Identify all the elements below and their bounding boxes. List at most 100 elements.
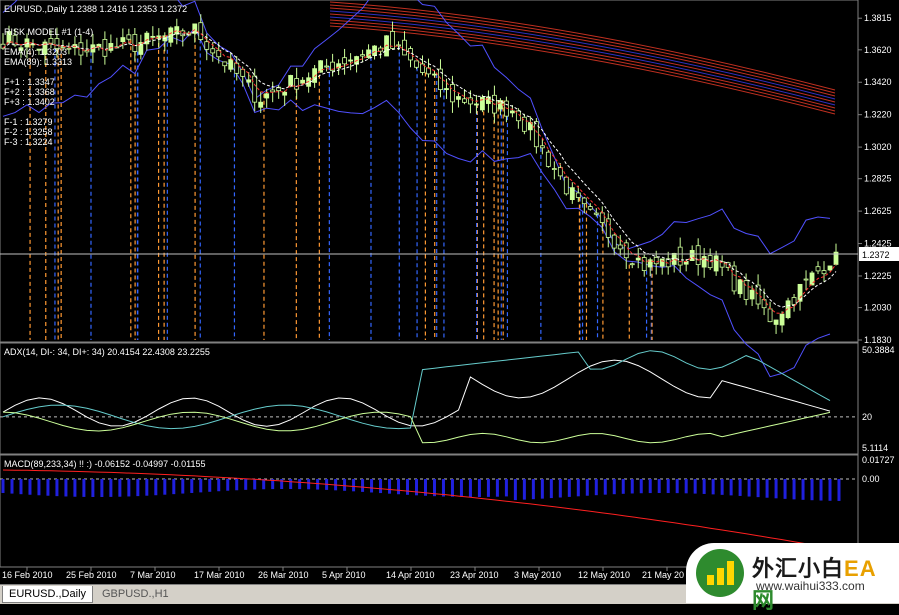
- candle-body: [456, 96, 461, 100]
- macd-histogram-bar: [298, 479, 302, 490]
- macd-axis[interactable]: 0.01727 0.00: [862, 455, 895, 484]
- macd-histogram-bar: [585, 479, 589, 496]
- macd-histogram-bar: [549, 479, 553, 499]
- price-tick-label: 1.2825: [864, 174, 892, 184]
- adx-tick-label: 50.3884: [862, 345, 895, 355]
- candle-body: [641, 257, 647, 271]
- macd-histogram-bar: [82, 479, 86, 497]
- macd-histogram-bar: [504, 479, 508, 497]
- candle-body: [815, 266, 821, 272]
- price-tick-label: 1.2225: [864, 271, 892, 281]
- candle-body: [755, 284, 761, 305]
- candle-body: [767, 308, 773, 323]
- logo-url: www.waihui333.com: [756, 579, 865, 593]
- macd-histogram-bar: [540, 479, 544, 499]
- candle-body: [611, 234, 617, 249]
- candle-body: [150, 35, 156, 38]
- price-tick-label: 1.3620: [864, 45, 892, 55]
- candle-body: [300, 79, 306, 84]
- adx-panel[interactable]: [0, 342, 859, 455]
- chart-window[interactable]: EURUSD.,Daily 1.2388 1.2416 1.2353 1.237…: [0, 0, 899, 613]
- main-panel-header: EURUSD.,Daily 1.2388 1.2416 1.2353 1.237…: [4, 4, 187, 14]
- adx-axis[interactable]: 50.3884 20 5.1114: [862, 345, 895, 453]
- macd-histogram-bar: [46, 479, 50, 496]
- candle-body: [444, 88, 449, 91]
- candle-body: [342, 57, 347, 65]
- candle-body: [563, 176, 569, 195]
- macd-histogram-bar: [657, 479, 661, 494]
- candle-body: [539, 145, 545, 149]
- candle-body: [264, 93, 270, 99]
- macd-histogram-bar: [603, 479, 607, 495]
- macd-histogram-bar: [199, 479, 203, 493]
- macd-histogram-bar: [190, 479, 194, 493]
- indicator-readout-line: F+3 : 1.3402: [4, 97, 55, 107]
- date-axis[interactable]: 16 Feb 2010 25 Feb 2010 7 Mar 2010 17 Mar 2…: [2, 567, 684, 580]
- candle-body: [48, 38, 54, 44]
- candle-body: [450, 84, 455, 103]
- candle-body: [653, 256, 659, 265]
- price-tick-label: 1.1830: [864, 335, 892, 345]
- tab-gbpusd-h1[interactable]: GBPUSD.,H1: [96, 586, 175, 602]
- macd-histogram-bar: [1, 479, 5, 493]
- adx-panel-header: ADX(14, DI-: 34, DI+: 34) 20.4154 22.430…: [4, 347, 210, 357]
- macd-histogram-bar: [639, 479, 643, 494]
- candle-body: [102, 39, 108, 57]
- candle-body: [659, 258, 665, 267]
- macd-histogram-bar: [747, 479, 751, 497]
- date-tick-label: 12 May 2010: [578, 570, 630, 580]
- macd-histogram-bar: [100, 479, 104, 497]
- candle-body: [773, 319, 779, 325]
- macd-histogram-bar: [711, 479, 715, 495]
- candle-body: [348, 59, 353, 62]
- macd-histogram-bar: [343, 479, 347, 491]
- candle-body: [288, 75, 294, 87]
- candle-body: [599, 212, 605, 223]
- indicator-readout-line: RISK MODEL #1 (1-4): [4, 27, 93, 37]
- macd-histogram-bar: [612, 479, 616, 495]
- candle-body: [258, 101, 264, 108]
- candle-body: [551, 168, 557, 170]
- price-axis[interactable]: 1.3815 1.3620 1.3420 1.3220 1.3020 1.2825 1.26…: [858, 13, 892, 345]
- macd-histogram-bar: [307, 479, 311, 490]
- macd-tick-label: 0.00: [862, 474, 880, 484]
- macd-histogram-bar: [262, 479, 266, 490]
- date-tick-label: 23 Apr 2010: [450, 570, 499, 580]
- chart-canvas[interactable]: EURUSD.,Daily 1.2388 1.2416 1.2353 1.237…: [0, 0, 899, 603]
- candle-body: [821, 270, 827, 275]
- price-tick-label: 1.3815: [864, 13, 892, 23]
- candle-body: [132, 33, 138, 52]
- candle-body: [324, 65, 330, 68]
- macd-histogram-bar: [370, 479, 374, 493]
- macd-histogram-bar: [181, 479, 185, 494]
- price-tick-label: 1.2030: [864, 303, 892, 313]
- macd-histogram-bar: [289, 479, 293, 490]
- macd-histogram-bar: [621, 479, 625, 494]
- candle-body: [581, 197, 587, 205]
- macd-histogram-bar: [73, 479, 77, 497]
- macd-histogram-bar: [630, 479, 634, 494]
- macd-histogram-bar: [513, 479, 517, 501]
- macd-histogram-bar: [450, 479, 454, 497]
- candle-body: [587, 206, 593, 210]
- macd-histogram-bar: [406, 479, 410, 495]
- candle-body: [414, 60, 419, 68]
- candle-body: [761, 299, 767, 309]
- main-price-panel[interactable]: [0, 0, 859, 343]
- date-tick-label: 5 Apr 2010: [322, 570, 366, 580]
- macd-histogram-bar: [163, 479, 167, 495]
- candle-body: [575, 192, 581, 198]
- candle-body: [432, 73, 437, 76]
- candle-body: [593, 212, 599, 215]
- indicator-readout-line: F+1 : 1.3347: [4, 77, 55, 87]
- candle-body: [468, 97, 473, 105]
- candle-body: [222, 61, 228, 67]
- macd-histogram-bar: [172, 479, 176, 495]
- candle-body: [557, 167, 563, 177]
- tab-eurusd-daily[interactable]: EURUSD.,Daily: [2, 586, 94, 603]
- candle-body: [809, 272, 815, 286]
- macd-histogram-bar: [28, 479, 32, 495]
- candle-body: [318, 60, 324, 73]
- macd-histogram-bar: [208, 479, 212, 492]
- candle-body: [228, 59, 234, 70]
